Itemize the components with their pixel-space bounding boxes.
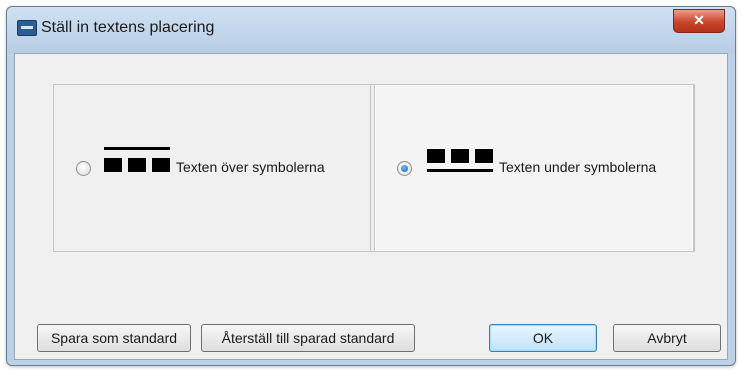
option-text-below[interactable]: Texten under symbolerna — [374, 84, 694, 252]
text-below-symbols-icon — [427, 147, 493, 183]
text-above-symbols-icon — [104, 147, 170, 183]
close-button[interactable]: ✕ — [673, 9, 725, 33]
option-label-text-above: Texten över symbolerna — [176, 159, 325, 175]
close-icon: ✕ — [693, 12, 705, 28]
radio-text-below[interactable] — [397, 161, 412, 176]
dialog-body: Texten över symbolerna Texten under symb… — [14, 53, 728, 360]
restore-default-button[interactable]: Återställ till sparad standard — [201, 324, 415, 352]
option-label-text-below: Texten under symbolerna — [499, 159, 657, 175]
ok-button[interactable]: OK — [489, 324, 597, 352]
app-icon — [17, 20, 37, 36]
window-title: Ställ in textens placering — [41, 19, 215, 36]
cancel-button[interactable]: Avbryt — [613, 324, 721, 352]
option-text-above[interactable]: Texten över symbolerna — [54, 85, 371, 251]
radio-text-above[interactable] — [76, 161, 91, 176]
save-as-default-button[interactable]: Spara som standard — [37, 324, 191, 352]
placement-options: Texten över symbolerna Texten under symb… — [53, 84, 695, 252]
dialog-window: Ställ in textens placering ✕ Texten över… — [6, 6, 736, 366]
title-bar[interactable]: Ställ in textens placering ✕ — [7, 7, 735, 53]
